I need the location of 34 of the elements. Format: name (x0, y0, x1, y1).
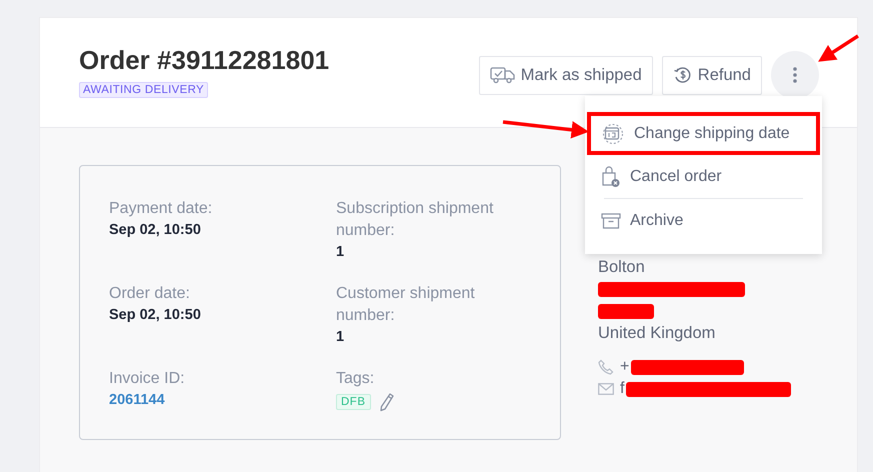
tag-chip: DFB (336, 394, 370, 410)
order-title: Order #39112281801 (79, 44, 330, 76)
envelope-icon (598, 383, 614, 395)
redaction-bar (598, 304, 654, 318)
field-value: 1 (336, 243, 346, 262)
field-value: Sep 02, 10:50 (109, 306, 202, 325)
refund-button[interactable]: Refund (662, 56, 762, 94)
field-label: Customer shipment number: (336, 284, 476, 326)
field-label: Invoice ID: (109, 369, 186, 389)
calendar-icon (601, 122, 625, 144)
contact-text: + (620, 358, 630, 376)
field-label: Payment date: (109, 199, 214, 219)
status-badge: AWAITING DELIVERY (79, 82, 208, 98)
field-label: Subscription shipment number: (336, 199, 494, 241)
field-label: Order date: (109, 284, 191, 304)
field-value: 1 (336, 328, 346, 347)
phone-icon (598, 359, 614, 375)
address-line: Bolton (598, 257, 646, 278)
invoice-link[interactable]: 2061144 (109, 392, 165, 408)
menu-item[interactable]: Archive (587, 199, 820, 242)
menu-item[interactable]: Change shipping date (587, 112, 820, 155)
pencil-icon[interactable] (378, 392, 394, 412)
kebab-icon (792, 66, 798, 84)
address-line: United Kingdom (598, 323, 716, 344)
annotation-arrow (818, 34, 859, 62)
mark-as-shipped-button[interactable]: Mark as shipped (478, 56, 653, 94)
refund-icon (672, 65, 693, 85)
truck-icon (490, 66, 516, 84)
contact-text: f (620, 380, 624, 398)
archive-box-icon (601, 212, 621, 230)
field-value: Sep 02, 10:50 (109, 221, 202, 240)
bag-cancel-icon (601, 166, 621, 188)
field-label: Tags: (336, 369, 376, 389)
menu-item[interactable]: Cancel order (587, 155, 820, 198)
